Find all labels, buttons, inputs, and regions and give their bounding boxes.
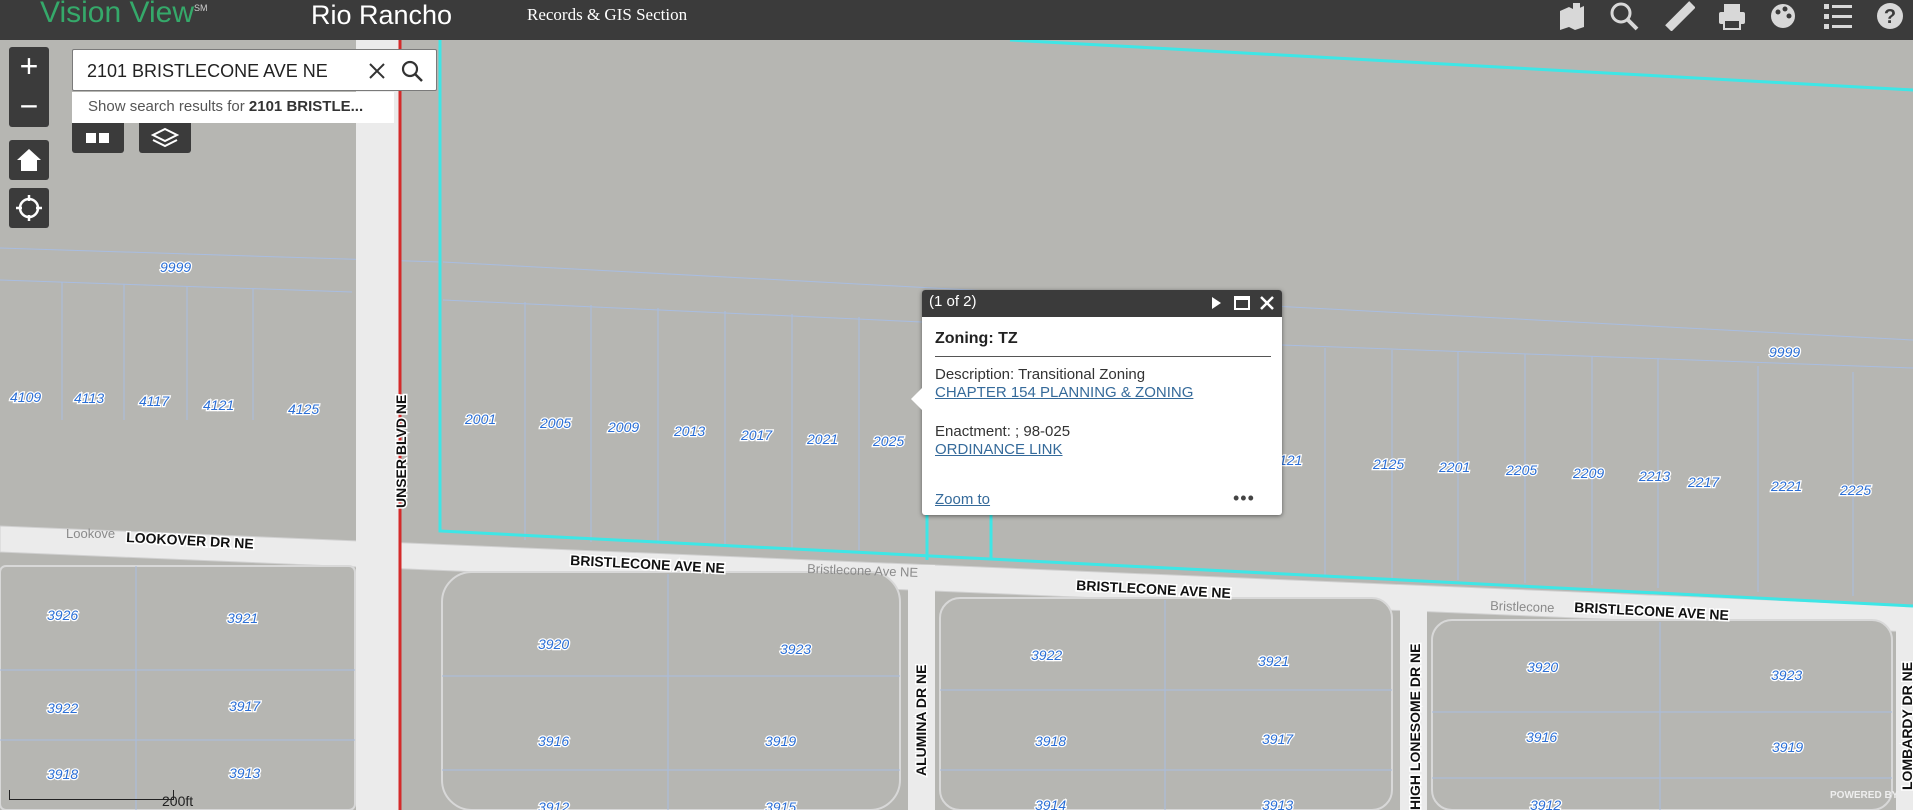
search-input[interactable] — [87, 59, 362, 83]
enactment-text: Enactment: ; 98-025 — [935, 423, 1071, 440]
parcel-number-label: 3921 — [227, 610, 258, 626]
top-bar: Vision ViewSM Rio Rancho Records & GIS S… — [0, 0, 1913, 40]
parcel-number-label: 2001 — [464, 411, 496, 427]
search-submit-icon[interactable] — [399, 58, 425, 84]
parcel-number-label: 3912 — [1530, 797, 1561, 810]
parcel-number-label: 2013 — [673, 423, 705, 439]
parcel-number-label: 121 — [1279, 452, 1302, 468]
close-popup-icon[interactable] — [1256, 292, 1278, 314]
legend-icon[interactable] — [1818, 0, 1858, 32]
search-icon[interactable] — [1604, 0, 1644, 32]
parcel-number-label: 2201 — [1438, 459, 1470, 475]
parcel-number-label: 4113 — [74, 390, 104, 406]
home-icon — [17, 149, 41, 171]
info-popup: (1 of 2) Zoning: TZ Description: Transit… — [911, 290, 1282, 515]
parcel-number-label: 3922 — [47, 700, 78, 716]
search-suggestion[interactable]: Show search results for 2101 BRISTLE... — [72, 92, 394, 123]
app-logo: Vision ViewSM — [40, 0, 208, 29]
street-label-unser: UNSER BLVD NE — [393, 395, 409, 508]
search-box — [72, 49, 437, 91]
parcel-number-label: 3917 — [1262, 731, 1294, 747]
overview-icon — [86, 133, 109, 143]
parcel-number-label: 3920 — [1527, 659, 1558, 675]
parcel-number-label: 3920 — [538, 636, 569, 652]
parcel-number-label: 2209 — [1572, 465, 1604, 481]
parcel-number-label: 4121 — [203, 397, 234, 413]
parcel-number-label: 2009 — [607, 419, 639, 435]
parcel-number-label: 9999 — [1769, 344, 1800, 360]
zoom-control: + − — [9, 47, 49, 127]
parcel-number-label: 4117 — [139, 393, 170, 409]
parcel-number-label: 3923 — [1771, 667, 1802, 683]
city-title: Rio Rancho — [311, 0, 453, 30]
overview-button[interactable] — [72, 123, 124, 153]
help-icon[interactable]: ? — [1870, 0, 1910, 32]
bookmark-map-icon[interactable] — [1552, 0, 1592, 32]
popup-divider — [935, 356, 1271, 357]
parcel-number-label: 3912 — [538, 799, 569, 810]
parcel-number-label: 3922 — [1031, 647, 1062, 663]
parcel-number-label: 3926 — [47, 607, 78, 623]
measure-icon[interactable] — [1660, 0, 1700, 32]
parcel-number-label: 3921 — [1258, 653, 1289, 669]
basemap-icon[interactable] — [1764, 0, 1804, 32]
street-faint-bristlecone-2: Bristlecone — [1490, 598, 1555, 615]
clear-search-icon[interactable] — [365, 59, 389, 83]
parcel-number-label: 3919 — [765, 733, 796, 749]
street-faint-lookover: Lookove — [66, 526, 115, 541]
next-feature-icon[interactable] — [1205, 292, 1227, 314]
parcel-number-label: 9999 — [160, 259, 191, 275]
parcel-number-label: 3918 — [47, 766, 78, 782]
parcel-number-label: 3915 — [765, 799, 796, 810]
parcel-number-label: 4109 — [10, 389, 41, 405]
popup-pointer — [911, 388, 922, 410]
parcel-number-label: 3913 — [229, 765, 260, 781]
zoom-to-link[interactable]: Zoom to — [935, 491, 990, 508]
parcel-number-label: 2017 — [740, 427, 773, 443]
parcel-number-label: 3917 — [229, 698, 261, 714]
parcel-number-label: 2005 — [539, 415, 571, 431]
parcel-number-label: 3923 — [780, 641, 811, 657]
street-label-alumina: ALUMINA DR NE — [913, 665, 929, 776]
parcel-number-label: 3916 — [1526, 729, 1557, 745]
scale-bar — [9, 790, 174, 800]
print-icon[interactable] — [1712, 0, 1752, 32]
parcel-number-label: 2205 — [1505, 462, 1537, 478]
home-button[interactable] — [9, 140, 49, 180]
parcel-number-label: 2225 — [1839, 482, 1871, 498]
street-label-highlonesome: HIGH LONESOME DR NE — [1407, 644, 1423, 810]
layers-button[interactable] — [139, 123, 191, 153]
parcel-number-label: 4125 — [288, 401, 319, 417]
popup-header: (1 of 2) — [922, 290, 1282, 317]
parcel-number-label: 2221 — [1770, 478, 1802, 494]
popup-counter: (1 of 2) — [929, 293, 977, 310]
street-label-lombardy: LOMBARDY DR NE — [1899, 662, 1913, 790]
maximize-icon[interactable] — [1231, 292, 1253, 314]
parcel-number-label: 3918 — [1035, 733, 1066, 749]
chapter-link[interactable]: CHAPTER 154 PLANNING & ZONING — [935, 384, 1193, 401]
zoom-in-button[interactable]: + — [9, 47, 49, 87]
parcel-number-label: 2217 — [1687, 474, 1720, 490]
more-actions-icon[interactable]: ••• — [1233, 488, 1255, 509]
powered-by-label: POWERED BY — [1830, 790, 1899, 801]
parcel-number-label: 2025 — [872, 433, 904, 449]
popup-title: Zoning: TZ — [935, 330, 1018, 347]
parcel-number-label: 3914 — [1035, 797, 1066, 810]
parcel-number-label: 3919 — [1772, 739, 1803, 755]
section-title: Records & GIS Section — [527, 5, 688, 24]
locate-button[interactable] — [9, 188, 49, 228]
app-root: 9999 4109 4113 4117 4121 4125 2001 2005 2009 2013… — [0, 0, 1913, 810]
zoning-description: Description: Transitional Zoning — [935, 366, 1146, 383]
scale-label: 200ft — [162, 793, 194, 809]
parcel-number-label: 2021 — [806, 431, 838, 447]
zoom-out-button[interactable]: − — [9, 87, 49, 127]
parcel-number-label: 3913 — [1262, 797, 1293, 810]
svg-text:?: ? — [1884, 6, 1896, 28]
ordinance-link[interactable]: ORDINANCE LINK — [935, 441, 1063, 458]
layers-icon — [151, 127, 179, 148]
parcel-number-label: 3916 — [538, 733, 569, 749]
parcel-number-label: 2213 — [1638, 468, 1670, 484]
parcel-number-label: 2125 — [1372, 456, 1404, 472]
locate-icon — [16, 195, 42, 221]
